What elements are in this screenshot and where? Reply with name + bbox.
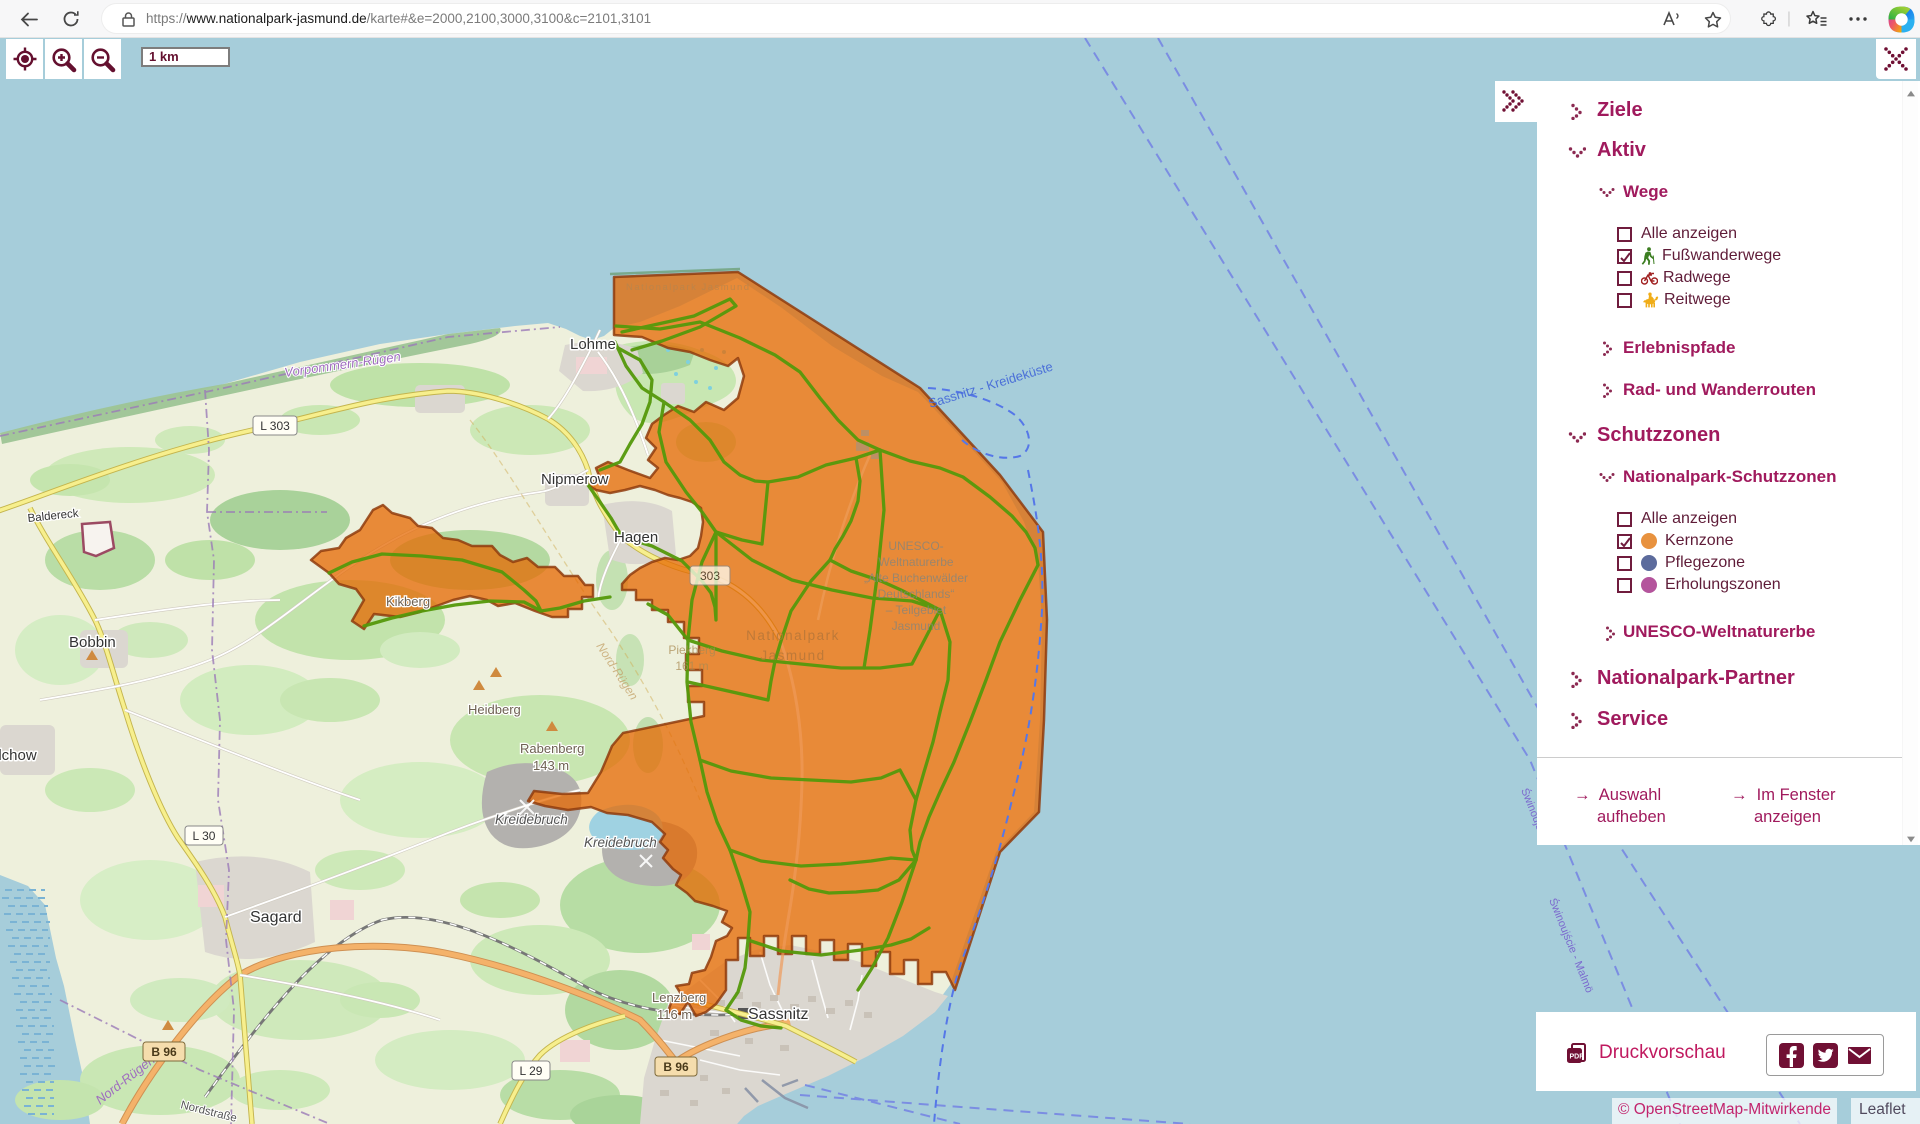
svg-text:Jasmund: Jasmund — [892, 619, 941, 633]
svg-text:„Alte Buchenwälder: „Alte Buchenwälder — [864, 571, 968, 585]
svg-text:UNESCO-: UNESCO- — [888, 539, 943, 553]
svg-text:Weltnaturerbe: Weltnaturerbe — [878, 555, 953, 569]
svg-text:Bobbin: Bobbin — [69, 634, 116, 651]
svg-text:Sassnitz: Sassnitz — [748, 1006, 808, 1023]
svg-text:Lenzberg: Lenzberg — [652, 990, 706, 1005]
svg-text:Kreidebruch: Kreidebruch — [495, 812, 568, 827]
svg-text:L 29: L 29 — [520, 1064, 543, 1078]
svg-text:Deutschlands“: Deutschlands“ — [878, 587, 955, 601]
svg-text:L 303: L 303 — [260, 419, 290, 433]
svg-text:Nationalpark: Nationalpark — [746, 628, 840, 643]
svg-text:Hagen: Hagen — [614, 529, 658, 546]
svg-text:B 96: B 96 — [663, 1060, 689, 1074]
svg-text:Heidberg: Heidberg — [468, 702, 521, 717]
svg-text:PDF: PDF — [1570, 1054, 1585, 1061]
svg-text:– Teilgebiet: – Teilgebiet — [886, 603, 947, 617]
svg-text:Sagard: Sagard — [250, 909, 302, 926]
svg-text:Kikberg: Kikberg — [386, 594, 430, 609]
svg-text:Rabenberg: Rabenberg — [520, 741, 584, 756]
svg-text:Piekberg: Piekberg — [668, 643, 715, 657]
svg-text:Jasmund: Jasmund — [760, 648, 825, 663]
svg-text:143 m: 143 m — [533, 758, 569, 773]
svg-text:Nationalpark Jasmund: Nationalpark Jasmund — [626, 282, 751, 293]
svg-text:Kreidebruch: Kreidebruch — [584, 835, 657, 850]
svg-text:Lohme: Lohme — [570, 336, 616, 353]
svg-text:Nipmerow: Nipmerow — [541, 471, 609, 488]
svg-text:161 m: 161 m — [675, 659, 708, 673]
svg-text:B 96: B 96 — [151, 1045, 177, 1059]
svg-text:303: 303 — [700, 569, 720, 583]
svg-text:L 30: L 30 — [193, 829, 216, 843]
svg-text:116 m: 116 m — [657, 1007, 692, 1022]
svg-text:Polchow: Polchow — [0, 747, 37, 764]
